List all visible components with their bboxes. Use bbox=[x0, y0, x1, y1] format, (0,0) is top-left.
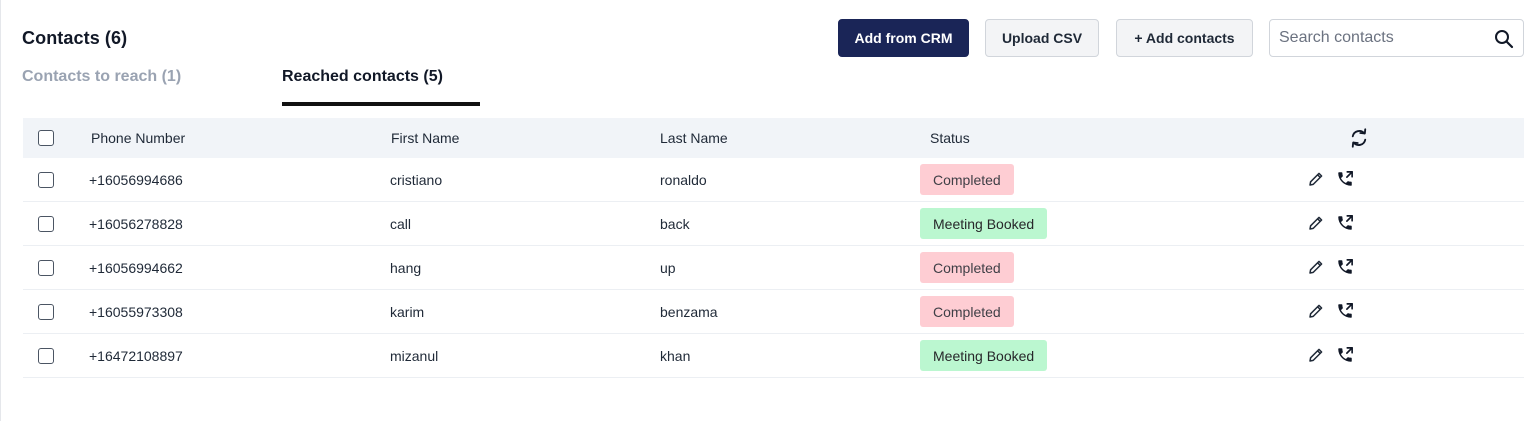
phone-call-icon[interactable] bbox=[1336, 170, 1354, 188]
search-input[interactable] bbox=[1270, 20, 1485, 56]
pencil-icon[interactable] bbox=[1307, 302, 1325, 320]
table-row: +16055973308 karim benzama Completed bbox=[23, 290, 1524, 334]
first-name-cell: mizanul bbox=[390, 348, 439, 364]
page-title: Contacts (6) bbox=[22, 28, 128, 48]
table-row: +16056994662 hang up Completed bbox=[23, 246, 1524, 290]
last-name-cell: benzama bbox=[660, 304, 718, 320]
status-badge: Completed bbox=[920, 252, 1014, 283]
column-header-first-name: First Name bbox=[391, 130, 460, 146]
status-badge: Completed bbox=[920, 296, 1014, 327]
select-all-checkbox[interactable] bbox=[38, 130, 54, 146]
row-checkbox[interactable] bbox=[38, 348, 54, 364]
row-checkbox[interactable] bbox=[38, 260, 54, 276]
table-row: +16056994686 cristiano ronaldo Completed bbox=[23, 158, 1524, 202]
pencil-icon[interactable] bbox=[1307, 258, 1325, 276]
active-tab-indicator bbox=[282, 102, 480, 106]
add-from-crm-button[interactable]: Add from CRM bbox=[838, 19, 969, 57]
last-name-cell: khan bbox=[660, 348, 691, 364]
tab-contacts-to-reach[interactable]: Contacts to reach (1) bbox=[22, 68, 181, 86]
pencil-icon[interactable] bbox=[1307, 214, 1325, 232]
first-name-cell: call bbox=[390, 216, 412, 232]
add-contacts-button[interactable]: + Add contacts bbox=[1116, 19, 1253, 57]
phone-call-icon[interactable] bbox=[1336, 302, 1354, 320]
phone-call-icon[interactable] bbox=[1336, 346, 1354, 364]
upload-csv-button[interactable]: Upload CSV bbox=[985, 19, 1099, 57]
row-checkbox[interactable] bbox=[38, 172, 54, 188]
row-checkbox[interactable] bbox=[38, 216, 54, 232]
contacts-page: Contacts (6) Add from CRM Upload CSV + A… bbox=[0, 0, 1540, 421]
last-name-cell: ronaldo bbox=[660, 172, 707, 188]
phone-call-icon[interactable] bbox=[1336, 258, 1354, 276]
status-badge: Meeting Booked bbox=[920, 340, 1048, 371]
phone-number-cell: +16056994662 bbox=[89, 260, 183, 276]
table-row: +16472108897 mizanul khan Meeting Booked bbox=[23, 334, 1524, 378]
search-box bbox=[1269, 19, 1524, 57]
last-name-cell: back bbox=[660, 216, 690, 232]
phone-number-cell: +16056994686 bbox=[89, 172, 183, 188]
column-header-status: Status bbox=[930, 130, 970, 146]
pencil-icon[interactable] bbox=[1307, 346, 1325, 364]
column-header-phone: Phone Number bbox=[91, 130, 186, 146]
row-checkbox[interactable] bbox=[38, 304, 54, 320]
search-icon[interactable] bbox=[1494, 29, 1514, 49]
status-badge: Meeting Booked bbox=[920, 208, 1048, 239]
phone-number-cell: +16472108897 bbox=[89, 348, 183, 364]
table-header: Phone Number First Name Last Name Status bbox=[23, 118, 1524, 158]
phone-call-icon[interactable] bbox=[1336, 214, 1354, 232]
phone-number-cell: +16056278828 bbox=[89, 216, 183, 232]
first-name-cell: hang bbox=[390, 260, 422, 276]
status-badge: Completed bbox=[920, 164, 1014, 195]
first-name-cell: karim bbox=[390, 304, 425, 320]
phone-number-cell: +16055973308 bbox=[89, 304, 183, 320]
first-name-cell: cristiano bbox=[390, 172, 443, 188]
table-row: +16056278828 call back Meeting Booked bbox=[23, 202, 1524, 246]
tab-reached-contacts[interactable]: Reached contacts (5) bbox=[282, 68, 443, 86]
refresh-icon[interactable] bbox=[1349, 128, 1369, 148]
last-name-cell: up bbox=[660, 260, 676, 276]
pencil-icon[interactable] bbox=[1307, 170, 1325, 188]
column-header-last-name: Last Name bbox=[660, 130, 728, 146]
